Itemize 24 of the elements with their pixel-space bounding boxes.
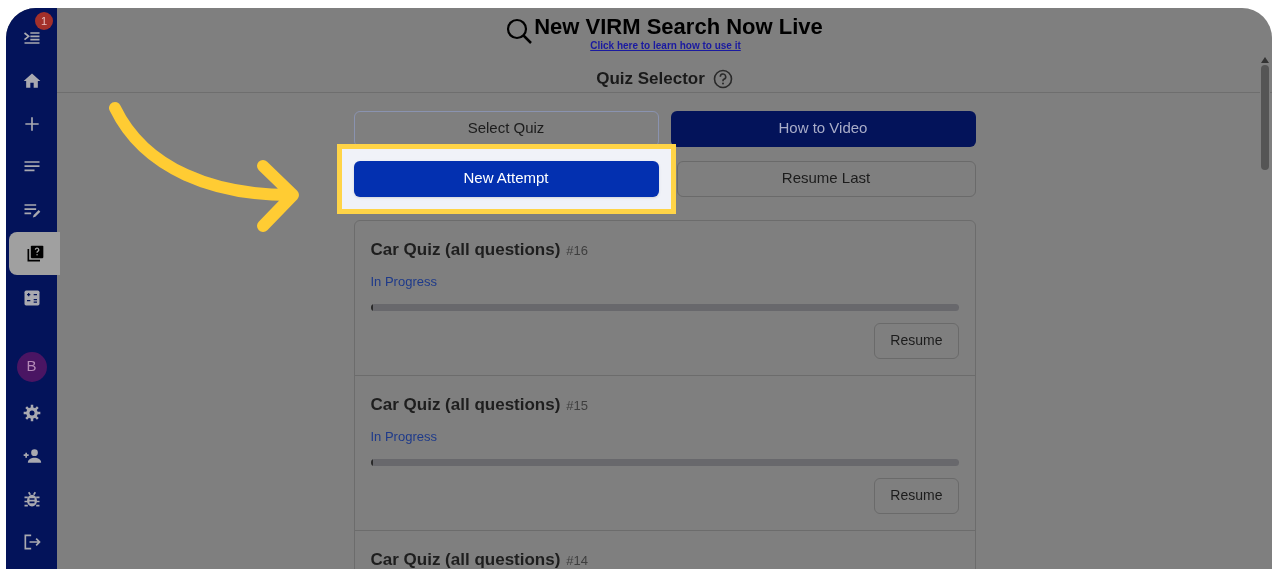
banner-title: New VIRM Search Now Live: [534, 14, 823, 40]
sidebar-item[interactable]: [9, 232, 60, 275]
scroll-up-icon[interactable]: [1261, 57, 1269, 63]
help-icon[interactable]: [712, 68, 733, 89]
attempt-number: #15: [566, 396, 589, 415]
resume-button[interactable]: Resume: [874, 477, 959, 514]
action-button[interactable]: Select Quiz: [353, 110, 659, 147]
resume-button[interactable]: Resume: [874, 322, 959, 359]
scroll-thumb[interactable]: [1261, 65, 1269, 170]
quiz-title: Car Quiz (all questions): [370, 548, 561, 569]
attempt-number: #16: [566, 241, 589, 260]
quiz-title: Car Quiz (all questions): [370, 393, 561, 416]
status-label: In Progress: [370, 273, 438, 291]
notification-badge: 1: [35, 12, 53, 30]
learn-link[interactable]: Click here to learn how to use it: [590, 40, 741, 52]
quiz-title: Car Quiz (all questions): [370, 238, 561, 261]
page-title: Quiz Selector: [596, 68, 705, 90]
gear-icon: [21, 402, 42, 423]
status-label: In Progress: [370, 428, 438, 446]
action-button[interactable]: New Attempt: [353, 160, 659, 197]
action-button[interactable]: Resume Last: [676, 160, 976, 197]
action-button[interactable]: How to Video: [670, 110, 976, 147]
attempt-number: #14: [566, 551, 589, 569]
avatar[interactable]: B: [16, 351, 47, 382]
